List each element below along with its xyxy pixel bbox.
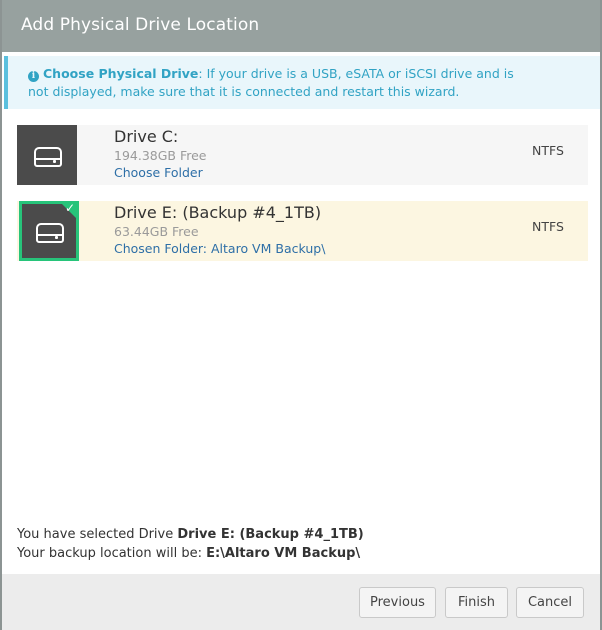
summary-line-location: Your backup location will be: E:\Altaro … xyxy=(17,546,361,561)
add-physical-drive-dialog: Add Physical Drive Location i Choose Phys… xyxy=(0,0,602,630)
drive-name: Drive C: xyxy=(114,127,179,146)
finish-button[interactable]: Finish xyxy=(445,587,508,618)
choose-folder-link[interactable]: Choose Folder xyxy=(114,165,203,180)
dialog-title: Add Physical Drive Location xyxy=(21,15,260,35)
drive-item-c[interactable]: Drive C: 194.38GB Free Choose Folder NTF… xyxy=(17,125,588,185)
info-icon: i xyxy=(28,71,39,82)
drive-c-tile xyxy=(17,125,77,185)
summary-drive-value: Drive E: (Backup #4_1TB) xyxy=(177,527,364,542)
summary-line-drive: You have selected Drive Drive E: (Backup… xyxy=(17,527,364,542)
drive-free-space: 63.44GB Free xyxy=(114,224,199,239)
info-alert: i Choose Physical Drive: If your drive is… xyxy=(4,56,600,109)
summary-location-value: E:\Altaro VM Backup\ xyxy=(206,546,361,561)
selection-summary: You have selected Drive Drive E: (Backup… xyxy=(17,525,364,563)
info-alert-text: i Choose Physical Drive: If your drive is… xyxy=(28,65,528,101)
hard-drive-icon xyxy=(36,223,64,243)
previous-button[interactable]: Previous xyxy=(359,587,436,618)
drive-item-e[interactable]: ✓ Drive E: (Backup #4_1TB) 63.44GB Free … xyxy=(17,201,588,261)
info-heading: Choose Physical Drive xyxy=(43,66,199,81)
drive-filesystem: NTFS xyxy=(532,143,564,158)
dialog-titlebar: Add Physical Drive Location xyxy=(2,0,600,52)
drive-name: Drive E: (Backup #4_1TB) xyxy=(114,203,322,222)
checkmark-icon: ✓ xyxy=(64,201,75,215)
drive-filesystem: NTFS xyxy=(532,219,564,234)
drive-free-space: 194.38GB Free xyxy=(114,148,207,163)
cancel-button[interactable]: Cancel xyxy=(516,587,584,618)
chosen-folder-link[interactable]: Chosen Folder: Altaro VM Backup\ xyxy=(114,241,325,256)
hard-drive-icon xyxy=(34,147,62,167)
dialog-footer: Previous Finish Cancel xyxy=(2,574,600,630)
drive-e-tile: ✓ xyxy=(19,201,79,261)
